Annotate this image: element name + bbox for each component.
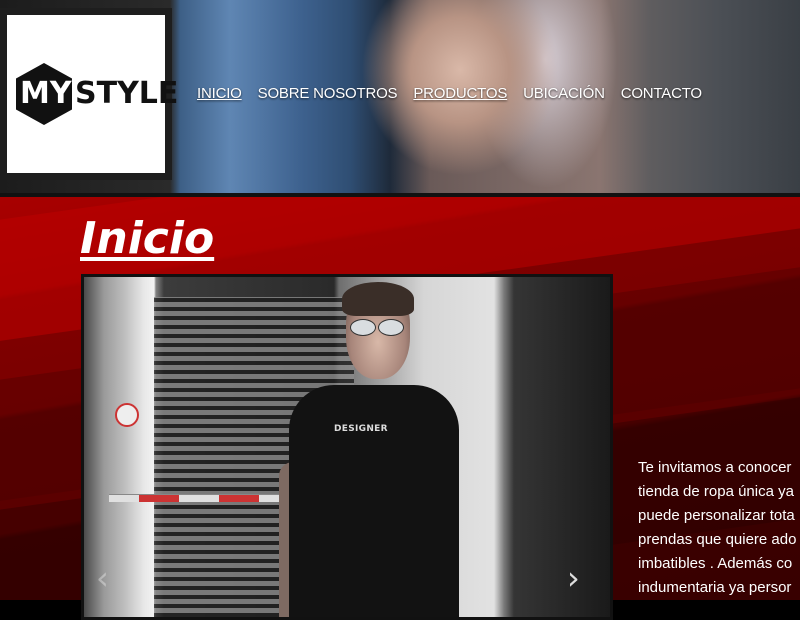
logo-my-text: MY	[20, 76, 72, 111]
intro-line: prendas que quiere ado	[638, 531, 797, 548]
no-entry-sign	[115, 403, 139, 427]
sunglasses	[378, 319, 404, 336]
logo-style-text: STYLE	[75, 76, 179, 111]
nav-item-contacto[interactable]: CONTACTO	[621, 85, 702, 102]
chevron-right-icon[interactable]: ›	[567, 562, 580, 594]
model-shirt	[289, 385, 459, 617]
intro-line: indumentaria ya persor	[638, 579, 792, 596]
barrier-stripe	[219, 495, 259, 502]
intro-line: Te invitamos a conocer	[638, 459, 792, 476]
barrier-stripe	[139, 495, 179, 502]
page-title: Inicio	[80, 213, 215, 264]
intro-text: Te invitamos a conocer tienda de ropa ún…	[638, 456, 800, 600]
chevron-left-icon[interactable]: ‹	[96, 562, 109, 594]
nav-item-ubicacion[interactable]: UBICACIÓN	[523, 85, 605, 102]
intro-line: imbatibles . Además co	[638, 555, 793, 572]
nav-item-sobre-nosotros[interactable]: SOBRE NOSOTROS	[258, 85, 398, 102]
site-logo[interactable]: MY STYLE	[7, 15, 178, 173]
nav-item-productos[interactable]: PRODUCTOS	[413, 85, 507, 102]
model-hair	[342, 282, 414, 316]
intro-line: tienda de ropa única ya	[638, 483, 794, 500]
site-header: MY STYLE INICIO SOBRE NOSOTROS PRODUCTOS…	[0, 0, 800, 197]
intro-line: puede personalizar tota	[638, 507, 795, 524]
main-nav: INICIO SOBRE NOSOTROS PRODUCTOS UBICACIÓ…	[197, 85, 718, 102]
hero-carousel[interactable]: DESIGNER	[81, 274, 613, 620]
sunglasses	[350, 319, 376, 336]
nav-item-inicio[interactable]: INICIO	[197, 85, 242, 102]
shirt-print: DESIGNER	[334, 424, 388, 434]
